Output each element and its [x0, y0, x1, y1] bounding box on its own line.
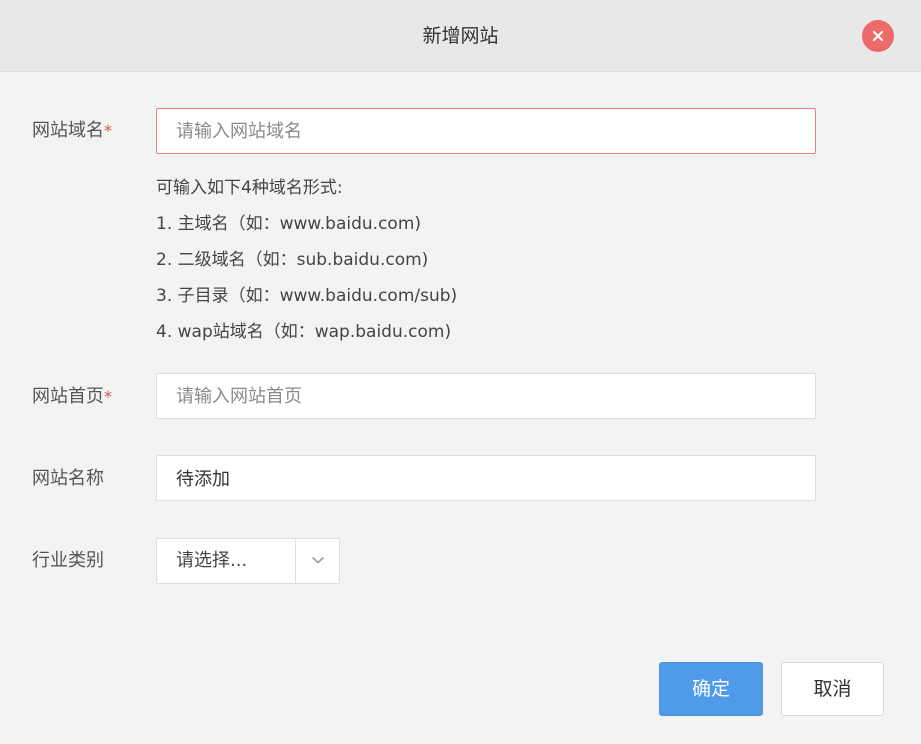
domain-input[interactable]	[156, 108, 816, 154]
dialog-title: 新增网站	[422, 25, 499, 47]
homepage-label: 网站首页*	[32, 385, 112, 409]
dialog-header: 新增网站	[0, 0, 921, 72]
hint-item: 4. wap站域名（如：wap.baidu.com)	[156, 322, 452, 342]
site-name-label: 网站名称	[32, 468, 104, 489]
close-button[interactable]	[862, 20, 894, 52]
hint-intro: 可输入如下4种域名形式:	[156, 178, 343, 198]
homepage-label-text: 网站首页	[32, 386, 104, 407]
industry-select[interactable]: 请选择...	[156, 538, 340, 584]
close-icon	[872, 30, 884, 42]
add-website-dialog: 新增网站 网站域名* 可输入如下4种域名形式: 1. 主域名（如：www.bai…	[0, 0, 921, 744]
chevron-down-icon	[312, 557, 324, 564]
hint-item: 3. 子目录（如：www.baidu.com/sub)	[156, 286, 458, 306]
hint-item: 1. 主域名（如：www.baidu.com)	[156, 214, 422, 234]
domain-format-hints: 可输入如下4种域名形式: 1. 主域名（如：www.baidu.com) 2. …	[156, 170, 457, 350]
homepage-input[interactable]	[156, 373, 816, 419]
domain-label-text: 网站域名	[32, 120, 104, 141]
industry-select-value: 请选择...	[176, 550, 248, 571]
hint-item: 2. 二级域名（如：sub.baidu.com)	[156, 250, 429, 270]
domain-required-mark: *	[104, 121, 112, 140]
industry-label: 行业类别	[32, 550, 104, 571]
confirm-button[interactable]: 确定	[659, 662, 763, 716]
site-name-input[interactable]	[156, 455, 816, 501]
domain-label: 网站域名*	[32, 119, 112, 143]
cancel-button[interactable]: 取消	[781, 662, 884, 716]
select-divider	[295, 539, 296, 583]
homepage-required-mark: *	[104, 387, 112, 406]
